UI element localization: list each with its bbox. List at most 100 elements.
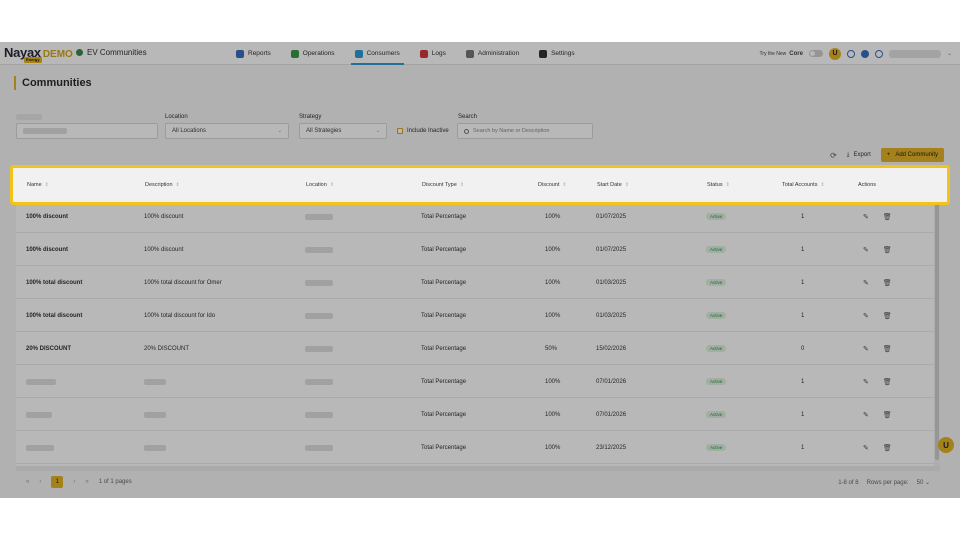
location-select[interactable]: All Locations ⌄ xyxy=(165,123,289,139)
cell-total-accounts: 1 xyxy=(801,279,805,286)
delete-icon[interactable]: 🗑︎ xyxy=(883,213,892,221)
cell-discount: 100% xyxy=(545,444,561,451)
first-page-button[interactable]: « xyxy=(26,479,29,485)
delete-icon[interactable]: 🗑︎ xyxy=(883,312,892,320)
strategy-select[interactable]: All Strategies ⌄ xyxy=(299,123,387,139)
vertical-scrollbar[interactable] xyxy=(934,170,940,466)
table-row[interactable]: Total Percentage 100% 07/01/2026 Active 1 ✎ 🗑︎ xyxy=(16,398,940,431)
delete-icon[interactable]: 🗑︎ xyxy=(883,378,892,386)
nav-reports[interactable]: Reports xyxy=(226,42,281,65)
search-icon[interactable] xyxy=(846,49,855,58)
sort-icon[interactable]: ⇕ xyxy=(176,182,180,188)
delete-icon[interactable]: 🗑︎ xyxy=(883,279,892,287)
cell-status: Active xyxy=(706,266,727,299)
edit-icon[interactable]: ✎ xyxy=(863,213,869,221)
try-core-toggle[interactable] xyxy=(808,50,823,57)
cell-location xyxy=(305,398,333,431)
cell-start-date: 23/12/2025 xyxy=(596,444,627,451)
current-page[interactable]: 1 xyxy=(51,476,64,488)
cell-start-date: 07/01/2026 xyxy=(596,378,627,385)
add-community-button[interactable]: + Add Community xyxy=(880,148,944,162)
redacted-text xyxy=(305,411,333,418)
globe-icon[interactable] xyxy=(860,49,869,58)
table-row[interactable]: 20% DISCOUNT 20% DISCOUNT Total Percentage… xyxy=(16,332,940,365)
chevron-down-icon: ⌄ xyxy=(924,480,930,486)
redacted-filter-select[interactable] xyxy=(16,123,158,139)
sort-icon[interactable]: ⇕ xyxy=(726,182,730,188)
user-menu[interactable] xyxy=(888,49,941,58)
nayax-logo[interactable]: Nayax DEMO Energy xyxy=(4,44,73,64)
sort-icon[interactable]: ⇕ xyxy=(820,182,824,188)
table-row[interactable]: Total Percentage 100% 23/12/2025 Active 1 ✎ 🗑︎ xyxy=(16,431,940,464)
column-header-status[interactable]: Status ⇕ xyxy=(707,168,730,202)
sort-icon[interactable]: ⇕ xyxy=(562,182,566,188)
checkbox-box[interactable] xyxy=(397,128,403,134)
rows-per-page-select[interactable]: 50 ⌄ xyxy=(917,479,930,486)
cell-name xyxy=(26,365,56,398)
refresh-icon[interactable]: ⟳ xyxy=(830,151,837,160)
redacted-text xyxy=(305,246,333,253)
plus-icon: + xyxy=(886,152,891,158)
nav-logs[interactable]: Logs xyxy=(410,42,456,65)
help-icon[interactable] xyxy=(874,49,883,58)
sort-icon[interactable]: ⇕ xyxy=(460,182,464,188)
column-header-label: Discount Type xyxy=(422,182,457,188)
nav-consumers[interactable]: Consumers xyxy=(345,42,410,65)
edit-icon[interactable]: ✎ xyxy=(863,246,869,254)
cell-start-date: 01/03/2025 xyxy=(596,312,627,319)
include-inactive-label: Include Inactive xyxy=(407,128,449,134)
floating-help-icon[interactable]: U xyxy=(938,437,954,453)
nav-settings[interactable]: Settings xyxy=(529,42,585,65)
redacted-text xyxy=(144,378,166,385)
delete-icon[interactable]: 🗑︎ xyxy=(883,345,892,353)
nav-operations[interactable]: Operations xyxy=(281,42,345,65)
pagination: « ‹ 1 › » 1 of 1 pages xyxy=(26,476,132,488)
column-header-discount-type[interactable]: Discount Type ⇕ xyxy=(422,168,464,202)
column-header-name[interactable]: Name ⇕ xyxy=(27,168,49,202)
sort-icon[interactable]: ⇕ xyxy=(45,182,49,188)
strategy-value: All Strategies xyxy=(306,128,342,134)
table-tools: ⟳ ⤓ Export + Add Community xyxy=(830,148,944,162)
prev-page-button[interactable]: ‹ xyxy=(39,479,41,485)
chevron-down-icon[interactable]: ⌄ xyxy=(947,50,952,57)
export-button[interactable]: ⤓ Export xyxy=(847,152,871,159)
edit-icon[interactable]: ✎ xyxy=(863,444,869,452)
cell-location xyxy=(305,266,333,299)
edit-icon[interactable]: ✎ xyxy=(863,411,869,419)
column-header-discount[interactable]: Discount ⇕ xyxy=(538,168,567,202)
main-nav: Reports Operations Consumers Logs Admini… xyxy=(226,42,585,65)
edit-icon[interactable]: ✎ xyxy=(863,312,869,320)
horizontal-scrollbar[interactable] xyxy=(16,466,940,471)
nav-administration[interactable]: Administration xyxy=(456,42,529,65)
cell-status: Active xyxy=(706,299,727,332)
search-input[interactable]: Search by Name or Description xyxy=(457,123,593,139)
edit-icon[interactable]: ✎ xyxy=(863,378,869,386)
column-header-description[interactable]: Description ⇕ xyxy=(145,168,180,202)
sort-icon[interactable]: ⇕ xyxy=(625,182,629,188)
table-row[interactable]: Total Percentage 100% 07/01/2026 Active 1 ✎ 🗑︎ xyxy=(16,365,940,398)
column-header-total-accounts[interactable]: Total Accounts ⇕ xyxy=(782,168,825,202)
tenant-selector[interactable]: EV Communities xyxy=(76,48,147,57)
delete-icon[interactable]: 🗑︎ xyxy=(883,246,892,254)
academy-hat-icon[interactable]: U xyxy=(828,47,841,60)
table-row[interactable]: 100% total discount 100% total discount f… xyxy=(16,266,940,299)
edit-icon[interactable]: ✎ xyxy=(863,279,869,287)
edit-icon[interactable]: ✎ xyxy=(863,345,869,353)
delete-icon[interactable]: 🗑︎ xyxy=(883,444,892,452)
include-inactive-checkbox[interactable]: Include Inactive xyxy=(397,128,449,134)
sort-icon[interactable]: ⇕ xyxy=(330,182,334,188)
column-header-start-date[interactable]: Start Date ⇕ xyxy=(597,168,629,202)
status-badge: Active xyxy=(706,213,727,220)
delete-icon[interactable]: 🗑︎ xyxy=(883,411,892,419)
cell-start-date: 01/03/2025 xyxy=(596,279,627,286)
page-title: Communities xyxy=(14,76,92,90)
scrollbar-thumb[interactable] xyxy=(935,180,939,460)
logs-icon xyxy=(419,49,428,58)
column-header-location[interactable]: Location ⇕ xyxy=(306,168,334,202)
table-row[interactable]: 100% discount 100% discount Total Percenta… xyxy=(16,233,940,266)
communities-table: 100% discount 100% discount Total Percenta… xyxy=(16,170,940,466)
next-page-button[interactable]: › xyxy=(73,479,75,485)
cell-actions: ✎ 🗑︎ xyxy=(863,332,892,365)
last-page-button[interactable]: » xyxy=(85,479,88,485)
table-row[interactable]: 100% total discount 100% total discount f… xyxy=(16,299,940,332)
